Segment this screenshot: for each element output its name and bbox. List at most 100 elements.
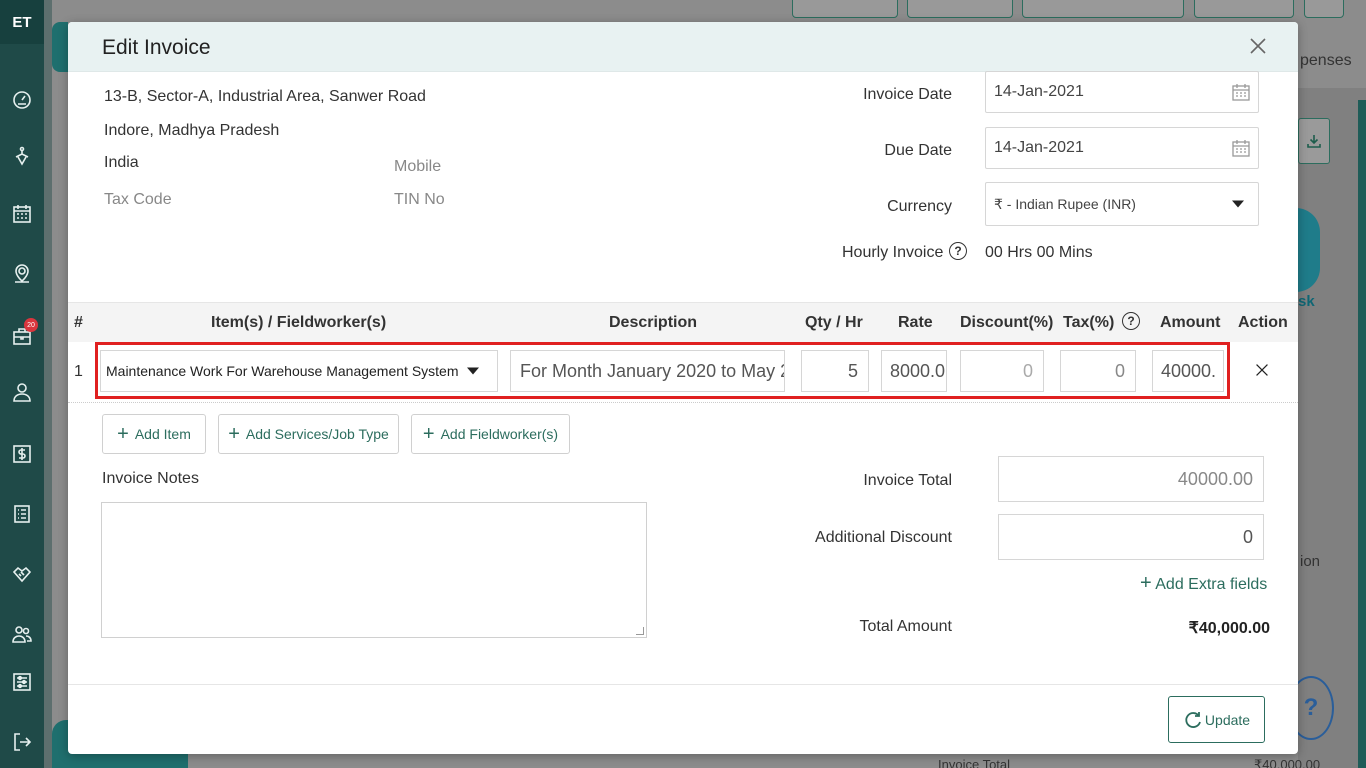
notification-badge: 20	[24, 318, 38, 332]
sidebar: ET 20	[0, 0, 44, 768]
help-icon[interactable]: ?	[949, 242, 967, 260]
handshake-icon[interactable]	[8, 560, 36, 588]
add-item-label: Add Item	[134, 426, 191, 442]
add-services-label: Add Services/Job Type	[245, 426, 389, 442]
currency-value: ₹ - Indian Rupee (INR)	[994, 195, 1136, 212]
tax-code-label: Tax Code	[104, 191, 172, 208]
col-action: Action	[1238, 314, 1288, 331]
settings-icon[interactable]	[8, 668, 36, 696]
hourly-invoice-value: 00 Hrs 00 Mins	[985, 244, 1093, 261]
background-download-button	[1298, 118, 1330, 164]
calendar-icon[interactable]	[1232, 83, 1250, 101]
invoice-date-value: 14-Jan-2021	[994, 83, 1084, 100]
user-icon[interactable]	[8, 378, 36, 406]
line-items-header: # Item(s) / Fieldworker(s) Description Q…	[68, 302, 1298, 342]
invoice-date-label: Invoice Date	[863, 86, 952, 103]
resize-handle-icon[interactable]	[636, 627, 644, 635]
remove-row-button[interactable]	[1250, 358, 1274, 382]
add-item-button[interactable]: + Add Item	[102, 414, 206, 454]
plus-icon: +	[117, 423, 129, 445]
download-icon	[1307, 135, 1321, 148]
col-item: Item(s) / Fieldworker(s)	[211, 314, 387, 331]
add-fieldworker-label: Add Fieldworker(s)	[440, 426, 559, 442]
add-fieldworker-button[interactable]: + Add Fieldworker(s)	[411, 414, 570, 454]
update-button[interactable]: Update	[1168, 696, 1265, 743]
invoice-date-field[interactable]: 14-Jan-2021	[985, 71, 1259, 113]
add-extra-fields-label: Add Extra fields	[1155, 576, 1268, 593]
invoice-total-label: Invoice Total	[863, 472, 952, 489]
background-right-panel	[1298, 88, 1366, 768]
tax-help-icon[interactable]: ?	[1122, 312, 1140, 330]
modal-title: Edit Invoice	[102, 36, 211, 59]
chevron-down-icon	[1232, 200, 1244, 208]
team-icon[interactable]	[8, 620, 36, 648]
edit-invoice-modal: Edit Invoice 13-B, Sector-A, Industrial …	[68, 22, 1298, 754]
background-footer-label: Invoice Total	[938, 757, 1011, 768]
add-extra-fields-link[interactable]: + Add Extra fields	[1140, 572, 1268, 594]
background-tab-edge	[52, 22, 68, 72]
update-label: Update	[1204, 711, 1251, 728]
background-task-graphic	[1296, 208, 1320, 292]
plus-icon: +	[422, 423, 435, 445]
tin-label: TIN No	[394, 191, 445, 208]
address-country: India	[104, 154, 139, 171]
dashboard-icon[interactable]	[8, 86, 36, 114]
row-divider	[68, 402, 1298, 403]
row-number: 1	[74, 363, 83, 380]
currency-select[interactable]: ₹ - Indian Rupee (INR)	[985, 182, 1259, 226]
invoice-total-field: 40000.00	[998, 456, 1264, 502]
map-pin-icon[interactable]	[8, 260, 36, 288]
col-tax: Tax(%)	[1063, 314, 1115, 331]
calendar-icon[interactable]	[1232, 139, 1250, 157]
plus-icon: +	[228, 423, 240, 445]
col-discount: Discount(%)	[960, 314, 1054, 331]
background-toolbar-button	[907, 0, 1013, 18]
calendar-icon[interactable]	[8, 200, 36, 228]
due-date-value: 14-Jan-2021	[994, 139, 1084, 156]
total-amount-label: Total Amount	[859, 618, 953, 635]
background-strip	[44, 0, 52, 768]
close-button[interactable]	[1246, 34, 1270, 58]
background-toolbar-button	[1194, 0, 1294, 18]
billing-icon[interactable]	[8, 440, 36, 468]
col-amount: Amount	[1160, 314, 1221, 331]
col-rate: Rate	[898, 314, 933, 331]
background-footer-value: ₹40,000.00	[1254, 757, 1321, 768]
additional-discount-value: 0	[1242, 526, 1253, 547]
footer-divider	[68, 684, 1298, 685]
invoice-total-value: 40000.00	[1177, 468, 1253, 489]
background-column-label: ion	[1300, 553, 1321, 570]
col-qty: Qty / Hr	[805, 314, 863, 331]
invoice-notes-label: Invoice Notes	[102, 470, 199, 487]
row-highlight-box	[95, 342, 1230, 399]
logout-icon[interactable]	[8, 728, 36, 756]
plus-icon: +	[1140, 572, 1152, 594]
background-toolbar-button	[1022, 0, 1184, 18]
mobile-label: Mobile	[394, 158, 442, 175]
dispatch-icon[interactable]	[8, 142, 36, 170]
jobs-icon[interactable]: 20	[8, 318, 38, 350]
modal-header: Edit Invoice	[68, 22, 1298, 72]
col-number: #	[74, 314, 83, 331]
total-amount-value: ₹40,000.00	[1188, 620, 1270, 637]
list-icon[interactable]	[8, 500, 36, 528]
background-tab-label: penses	[1300, 52, 1352, 69]
background-scroll-bar	[1358, 100, 1366, 768]
background-toolbar-button	[1304, 0, 1344, 18]
refresh-icon	[1185, 711, 1201, 728]
address-line-1: 13-B, Sector-A, Industrial Area, Sanwer …	[104, 88, 426, 105]
due-date-label: Due Date	[884, 142, 952, 159]
background-task-label: sk	[1298, 293, 1315, 310]
additional-discount-input[interactable]: 0	[998, 514, 1264, 560]
background-toolbar-button	[792, 0, 898, 18]
app-logo: ET	[0, 0, 44, 44]
additional-discount-label: Additional Discount	[815, 529, 952, 546]
col-description: Description	[609, 314, 698, 331]
close-icon	[1256, 364, 1268, 376]
invoice-notes-input[interactable]	[101, 502, 647, 638]
close-icon	[1250, 38, 1266, 54]
add-services-button[interactable]: + Add Services/Job Type	[218, 414, 399, 454]
due-date-field[interactable]: 14-Jan-2021	[985, 127, 1259, 169]
hourly-invoice-label: Hourly Invoice	[842, 244, 944, 261]
currency-label: Currency	[887, 198, 952, 215]
